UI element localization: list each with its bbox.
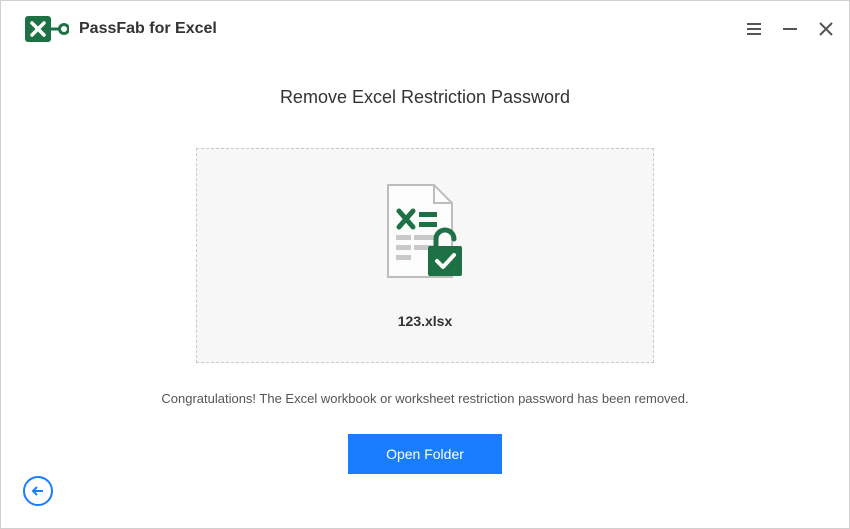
menu-icon[interactable] [745,20,763,38]
open-folder-button[interactable]: Open Folder [348,434,502,474]
page-title: Remove Excel Restriction Password [1,87,849,108]
brand: PassFab for Excel [25,14,217,44]
status-text: Congratulations! The Excel workbook or w… [1,391,849,406]
excel-unlocked-icon [380,183,470,293]
brand-name: PassFab for Excel [79,20,217,38]
titlebar: PassFab for Excel [1,1,849,57]
arrow-left-icon [31,484,45,498]
window-controls [745,20,835,38]
app-logo-icon [25,14,69,44]
file-name: 123.xlsx [398,313,453,329]
close-icon[interactable] [817,20,835,38]
main-content: Remove Excel Restriction Password 123.xl… [1,57,849,474]
file-result-panel: 123.xlsx [196,148,654,363]
minimize-icon[interactable] [781,20,799,38]
back-button[interactable] [23,476,53,506]
